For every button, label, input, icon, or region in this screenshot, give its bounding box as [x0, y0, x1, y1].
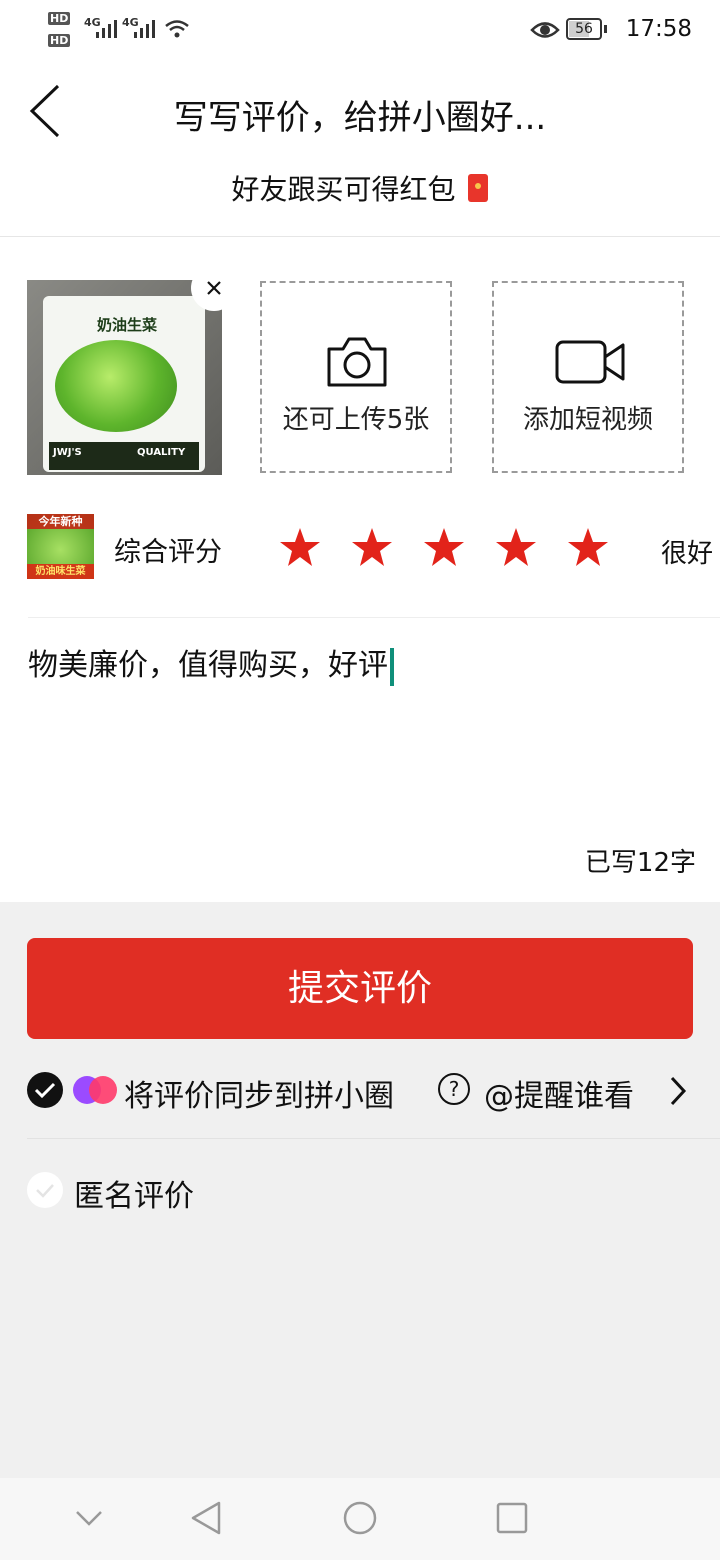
char-count: 已写12字 [584, 848, 696, 878]
add-photo-button[interactable]: 还可上传5张 [260, 281, 452, 473]
clock: 17:58 [625, 16, 692, 42]
eye-icon [530, 22, 560, 38]
divider [28, 617, 720, 618]
battery-percent: 56 [575, 21, 593, 37]
camera-icon [327, 337, 387, 387]
anonymous-option-row[interactable]: 匿名评价 [0, 1160, 720, 1224]
review-text: 物美廉价，值得购买，好评 [28, 648, 388, 683]
page-header [0, 62, 720, 237]
star-2[interactable] [351, 527, 393, 569]
remove-photo-button[interactable] [191, 265, 237, 311]
divider [27, 1138, 720, 1139]
system-nav-bar [0, 1478, 720, 1560]
red-envelope-icon [468, 174, 489, 202]
lettuce-image [55, 340, 177, 432]
thumb-banner: 今年新种 [27, 514, 94, 529]
add-photo-label: 还可上传5张 [282, 405, 430, 435]
close-icon [207, 281, 221, 295]
back-icon[interactable] [189, 1500, 223, 1536]
thumb-caption: 奶油味生菜 [27, 564, 94, 579]
review-input[interactable]: 物美廉价，值得购买，好评 [28, 640, 394, 686]
signal-icon [134, 20, 155, 38]
unchecked-icon[interactable] [27, 1172, 63, 1208]
packet-quality-text: QUALITY [137, 447, 186, 458]
sync-label: 将评价同步到拼小圈 [124, 1079, 394, 1114]
battery-icon: 56 [566, 18, 602, 40]
product-thumbnail: 今年新种 奶油味生菜 [27, 514, 94, 579]
hd-badge: HD [48, 12, 71, 25]
star-1[interactable] [279, 527, 321, 569]
status-bar: HD HD 4G 4G 56 17:58 [0, 0, 720, 62]
video-camera-icon [555, 340, 625, 384]
star-3[interactable] [423, 527, 465, 569]
anonymous-label: 匿名评价 [74, 1179, 194, 1214]
star-4[interactable] [495, 527, 537, 569]
text-cursor [390, 647, 394, 686]
help-icon[interactable]: ? [438, 1073, 470, 1105]
uploaded-photo[interactable]: 奶油生菜 JWJ'S QUALITY [27, 280, 222, 475]
wifi-icon [165, 20, 189, 38]
hd-badge: HD [48, 34, 71, 47]
hide-keyboard-icon[interactable] [74, 1508, 104, 1528]
chevron-right-icon[interactable] [668, 1075, 688, 1107]
add-video-label: 添加短视频 [522, 405, 653, 435]
packet-brand-text: 奶油生菜 [97, 316, 158, 334]
page-subtitle: 好友跟买可得红包 [0, 168, 720, 208]
rating-label: 综合评分 [114, 537, 222, 568]
battery-cap [604, 25, 607, 33]
star-5[interactable] [567, 527, 609, 569]
remind-link[interactable]: @提醒谁看 [484, 1071, 634, 1115]
submit-review-button[interactable]: 提交评价 [27, 938, 693, 1039]
signal-icon [96, 20, 117, 38]
subtitle-text: 好友跟买可得红包 [231, 173, 456, 206]
home-icon[interactable] [342, 1500, 378, 1536]
checked-icon[interactable] [27, 1072, 63, 1108]
pinxiaoquan-logo-icon [73, 1076, 117, 1104]
packet-footer-text: JWJ'S [53, 447, 82, 458]
sync-option-row[interactable]: 将评价同步到拼小圈 ? @提醒谁看 [0, 1060, 720, 1138]
recents-icon[interactable] [496, 1502, 528, 1534]
rating-result: 很好 [661, 539, 714, 569]
page-title: 写写评价，给拼小圈好... [173, 98, 547, 138]
add-video-button[interactable]: 添加短视频 [492, 281, 684, 473]
